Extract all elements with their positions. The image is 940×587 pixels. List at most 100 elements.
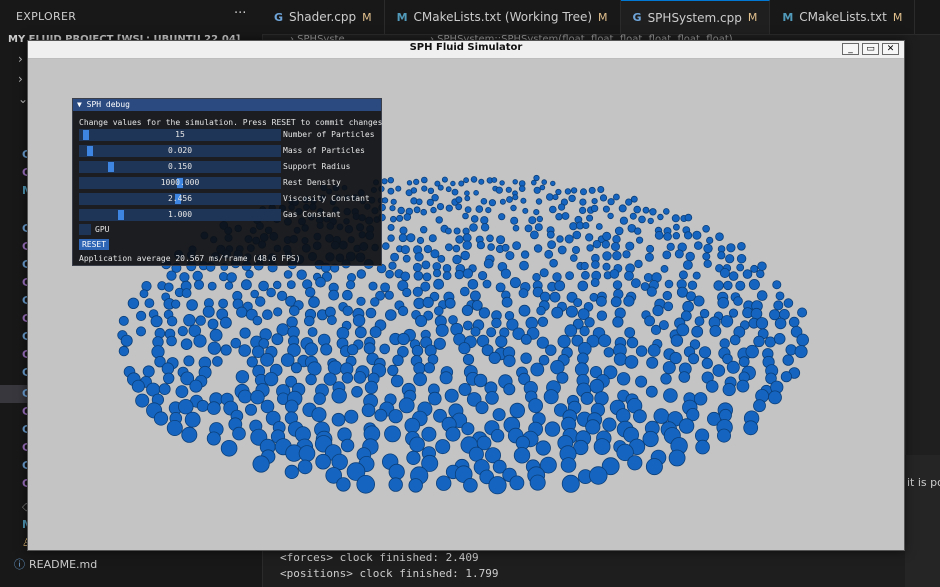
fluid-particle (564, 234, 574, 244)
fluid-particle (506, 196, 513, 203)
fluid-particle (733, 296, 743, 306)
fluid-particle (772, 280, 782, 290)
fluid-particle (549, 258, 558, 268)
fluid-particle (512, 194, 519, 201)
fluid-particle (473, 373, 488, 388)
fluid-particle (491, 177, 498, 183)
fluid-particle (186, 299, 198, 311)
window-titlebar[interactable]: SPH Fluid Simulator _ ▭ ✕ (28, 41, 904, 59)
fluid-particle (737, 242, 746, 251)
fluid-particle (555, 188, 562, 196)
fluid-particle (467, 279, 479, 290)
slider-gas-constant[interactable]: 1.000 Gas Constant (79, 209, 379, 221)
fluid-particle (687, 280, 698, 291)
fluid-particle (693, 241, 703, 250)
fluid-particle (389, 215, 397, 223)
fluid-particle (536, 215, 543, 223)
fluid-particle (598, 334, 612, 348)
fluid-particle (645, 385, 658, 398)
modified-badge: M (362, 10, 372, 24)
fluid-particle (262, 309, 273, 321)
fluid-particle (370, 297, 380, 307)
fluid-particle (469, 290, 481, 302)
slider-viscosity-constant[interactable]: 2.456 Viscosity Constant (79, 193, 379, 205)
fluid-particle (683, 231, 693, 240)
fluid-particle (513, 447, 531, 464)
fluid-particle (452, 244, 461, 253)
fluid-particle (486, 327, 497, 338)
chevron-right-icon[interactable]: › (18, 72, 23, 86)
fluid-particle (136, 310, 147, 321)
chevron-right-icon[interactable]: › (18, 52, 23, 66)
minimize-button[interactable]: _ (842, 43, 859, 55)
fluid-particle (557, 203, 566, 211)
tab-sphsystem-cpp[interactable]: G SPHSystem.cpp M (620, 0, 771, 34)
fluid-particle (582, 221, 590, 229)
fluid-particle (207, 341, 221, 355)
fluid-particle (421, 260, 431, 270)
fluid-particle (584, 317, 595, 328)
close-button[interactable]: ✕ (882, 43, 899, 55)
fluid-particle (591, 198, 598, 205)
fluid-particle (660, 264, 669, 273)
slider-number-of-particles[interactable]: 15 Number of Particles (79, 129, 379, 141)
gpu-checkbox[interactable] (79, 224, 91, 235)
debug-instructions: Change values for the simulation. Press … (79, 118, 383, 127)
fluid-particle (623, 295, 635, 307)
more-actions-icon[interactable]: ··· (234, 6, 246, 21)
fluid-particle (166, 270, 177, 281)
fluid-particle (271, 333, 284, 346)
fluid-particle (432, 269, 442, 278)
fluid-particle (495, 186, 503, 194)
slider-rest-density[interactable]: 1000.000 Rest Density (79, 177, 379, 189)
fluid-particle (602, 417, 617, 432)
fluid-particle (184, 411, 201, 428)
fluid-particle (650, 324, 662, 335)
slider-mass-of-particles[interactable]: 0.020 Mass of Particles (79, 145, 379, 157)
fluid-particle (421, 426, 437, 442)
fluid-particle (596, 310, 608, 321)
tab-cmakelists[interactable]: M CMakeLists.txt M (770, 0, 916, 34)
fluid-particle (379, 343, 391, 355)
fluid-particle (692, 230, 702, 240)
fluid-particle (662, 208, 670, 215)
maximize-button[interactable]: ▭ (862, 43, 879, 55)
fluid-particle (166, 419, 183, 436)
fluid-particle (326, 315, 337, 326)
tab-shader-cpp[interactable]: G Shader.cpp M (262, 0, 385, 34)
fluid-particle (685, 251, 695, 262)
fluid-particle (397, 332, 410, 346)
fluid-particle (413, 362, 426, 375)
fluid-particle (693, 295, 705, 307)
fluid-particle (678, 371, 691, 383)
fluid-particle (503, 354, 516, 368)
fluid-particle (384, 425, 401, 443)
reset-button[interactable]: RESET (79, 239, 109, 250)
fluid-particle (464, 190, 470, 197)
fluid-particle (384, 290, 394, 300)
fluid-particle (557, 334, 571, 348)
readme-file[interactable]: ⓘ README.md (14, 556, 97, 572)
fluid-particle (462, 212, 469, 220)
fluid-particle (728, 271, 739, 281)
fluid-particle (220, 439, 238, 457)
slider-support-radius[interactable]: 0.150 Support Radius (79, 161, 379, 173)
fluid-particle (164, 282, 174, 292)
fluid-particle (305, 286, 316, 298)
fluid-particle (207, 281, 217, 291)
tab-cmakelists-working-tree[interactable]: M CMakeLists.txt (Working Tree) M (385, 0, 621, 34)
fluid-particle (436, 203, 445, 211)
fluid-particle (619, 216, 629, 225)
fluid-particle (142, 365, 155, 378)
explorer-title: EXPLORER (16, 10, 77, 23)
fluid-particle (368, 281, 378, 291)
debug-panel-header[interactable]: ▼ SPH debug (73, 99, 381, 111)
fluid-particle (565, 305, 578, 318)
fluid-particle (505, 186, 512, 193)
fluid-particle (535, 440, 551, 456)
fluid-particle (646, 286, 657, 297)
fluid-particle (118, 315, 129, 326)
fluid-particle (631, 278, 641, 289)
fluid-particle (626, 336, 639, 349)
fluid-particle (151, 345, 165, 359)
